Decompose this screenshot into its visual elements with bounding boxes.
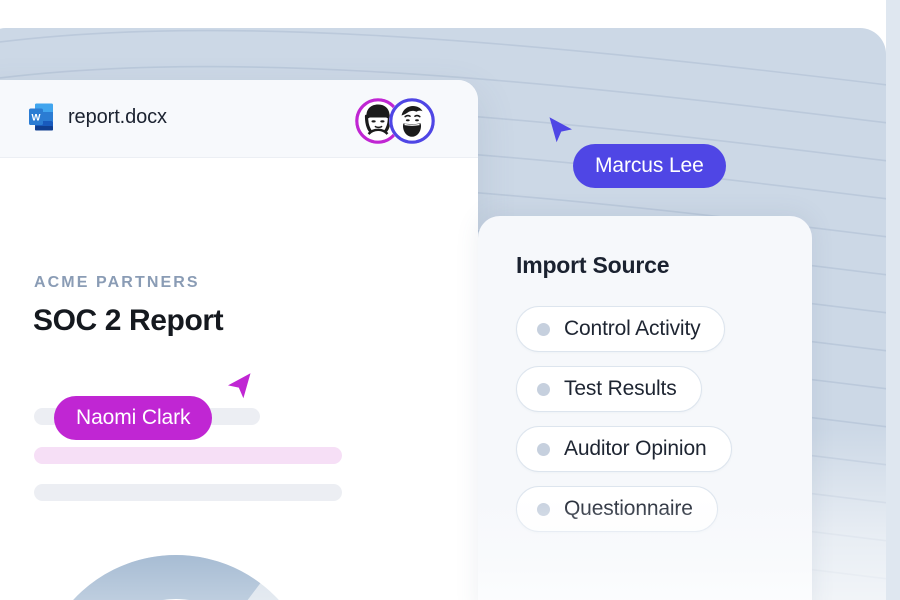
gauge-donut-chart <box>0 555 354 600</box>
document-filename: report.docx <box>68 105 167 128</box>
collaborator-avatar-stack[interactable] <box>355 98 435 144</box>
avatar-marcus[interactable] <box>389 98 435 144</box>
cursor-name-label-naomi: Naomi Clark <box>54 396 213 440</box>
import-source-chip-auditor-opinion[interactable]: Auditor Opinion <box>516 426 732 472</box>
chip-label: Control Activity <box>564 317 701 340</box>
chip-label: Questionnaire <box>564 497 693 520</box>
word-document-icon: W <box>29 103 53 131</box>
status-dot-icon <box>537 382 550 396</box>
cursor-pointer-icon <box>549 117 572 143</box>
background-right-edge <box>886 0 900 600</box>
chip-label: Auditor Opinion <box>564 437 707 460</box>
cursor-pointer-icon <box>228 373 251 399</box>
document-file-identity: W report.docx <box>28 102 167 132</box>
status-dot-icon <box>537 502 550 516</box>
skeleton-line-3 <box>34 484 342 501</box>
screenshot-stage: W report.docx ACME PARTNERS SOC 2 Report… <box>0 0 900 600</box>
cursor-name-label-marcus: Marcus Lee <box>573 144 726 188</box>
import-source-chip-questionnaire[interactable]: Questionnaire <box>516 486 718 532</box>
chip-label: Test Results <box>564 377 677 400</box>
import-source-chip-test-results[interactable]: Test Results <box>516 366 702 412</box>
import-source-title: Import Source <box>516 252 670 278</box>
import-source-panel: Import Source Control Activity Test Resu… <box>478 216 812 600</box>
status-dot-icon <box>537 442 550 456</box>
page-title: SOC 2 Report <box>33 304 224 337</box>
document-eyebrow: ACME PARTNERS <box>34 274 200 291</box>
svg-text:W: W <box>32 112 41 123</box>
import-source-chip-list: Control Activity Test Results Auditor Op… <box>516 306 786 532</box>
import-source-chip-control-activity[interactable]: Control Activity <box>516 306 726 352</box>
document-card: W report.docx ACME PARTNERS SOC 2 Report <box>0 80 478 600</box>
status-dot-icon <box>537 322 550 336</box>
skeleton-line-2-highlighted <box>34 447 342 464</box>
